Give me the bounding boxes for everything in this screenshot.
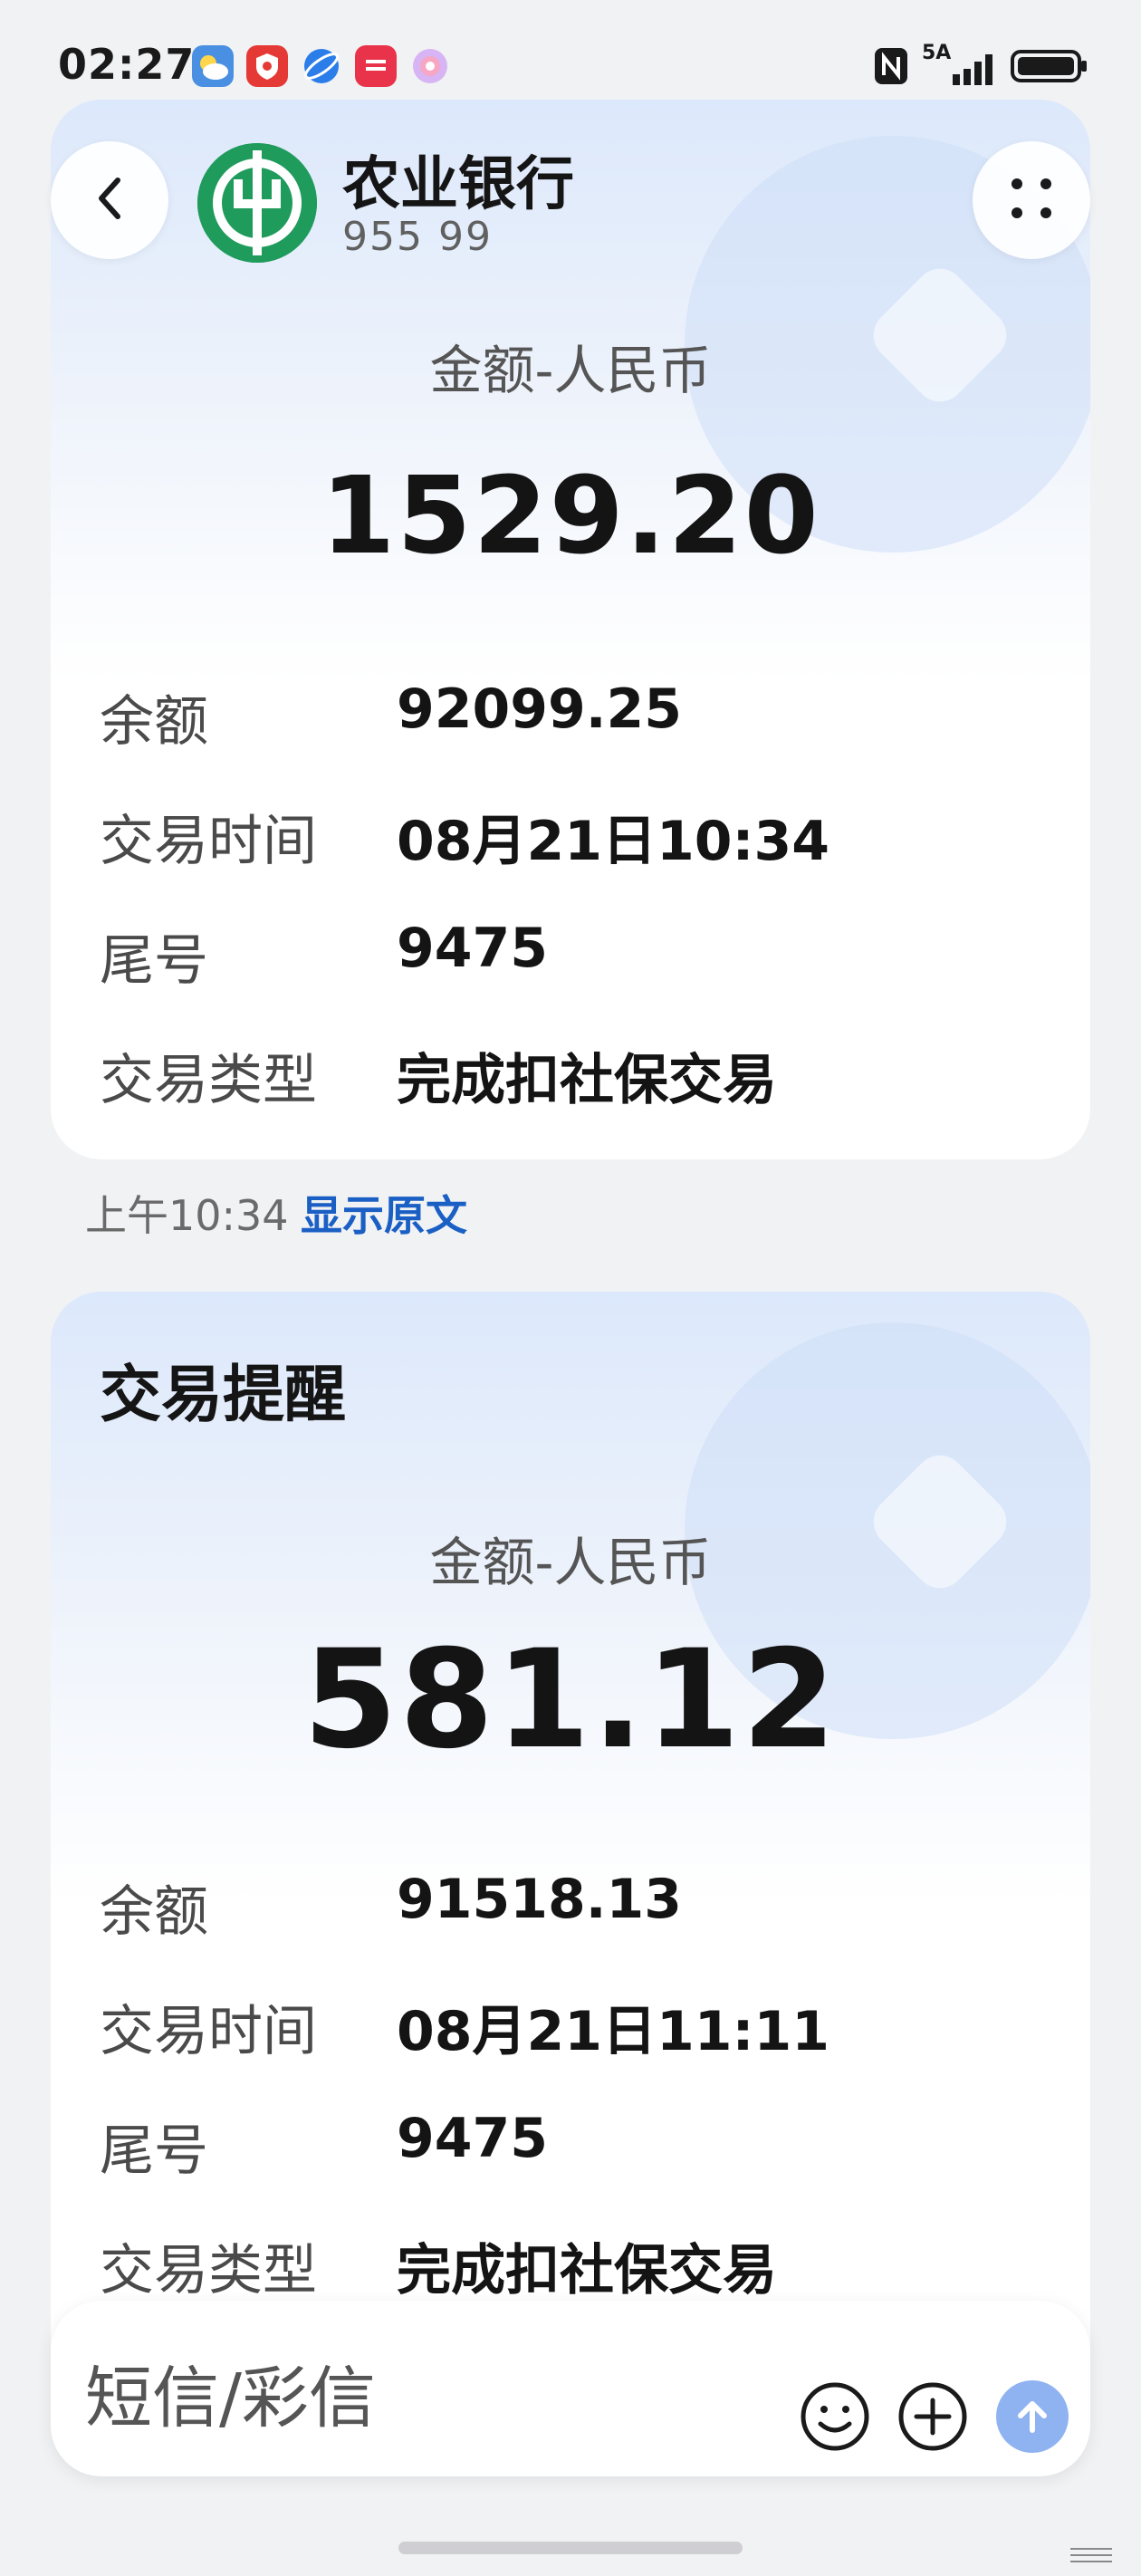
show-original-link[interactable]: 显示原文: [301, 1183, 467, 1243]
balance-label: 余额: [100, 1880, 208, 1944]
card-tail-label: 尾号: [100, 2119, 208, 2183]
send-button[interactable]: [996, 2380, 1069, 2453]
transaction-time-value: 08月21日10:34: [397, 810, 829, 873]
transaction-type-label: 交易类型: [100, 2239, 317, 2302]
transaction-type-value: 完成扣社保交易: [397, 2239, 777, 2302]
home-indicator[interactable]: [398, 2542, 743, 2554]
emoji-icon: [801, 2382, 869, 2451]
transaction-time-label: 交易时间: [100, 2000, 317, 2063]
transaction-time-label: 交易时间: [100, 810, 317, 873]
card-tail-value: 9475: [397, 917, 548, 980]
amount-label: 金额-人民币: [429, 340, 712, 401]
arrow-up-icon: [1018, 2401, 1047, 2433]
emoji-button[interactable]: [799, 2380, 871, 2453]
balance-value: 91518.13: [397, 1868, 683, 1931]
nfc-icon: [873, 46, 909, 90]
assistant-icon: [409, 45, 451, 87]
transaction-time-value: 08月21日11:11: [397, 2000, 829, 2063]
more-dots-icon: [1004, 171, 1059, 229]
signal-icon: 5A: [922, 42, 998, 89]
transaction-type-value: 完成扣社保交易: [397, 1049, 777, 1112]
transaction-type-label: 交易类型: [100, 1049, 317, 1112]
browser-icon: [301, 45, 342, 87]
app-gallery-icon: [355, 45, 397, 87]
amount-value: 581.12: [302, 1621, 839, 1779]
chevron-left-icon: [87, 171, 132, 229]
bank-logo: [197, 143, 317, 263]
card-tail-value: 9475: [397, 2107, 548, 2170]
message-timestamp: 上午10:34: [85, 1191, 289, 1240]
card-tail-label: 尾号: [100, 929, 208, 993]
more-options-button[interactable]: [973, 141, 1090, 259]
bank-name: 农业银行: [342, 151, 574, 218]
balance-label: 余额: [100, 690, 208, 754]
amount-label: 金额-人民币: [429, 1532, 712, 1593]
weather-icon: [192, 45, 234, 87]
status-time: 02:27: [58, 40, 196, 89]
add-attachment-button[interactable]: [896, 2380, 969, 2453]
battery-icon: [1011, 46, 1088, 90]
balance-value: 92099.25: [397, 678, 683, 741]
sender-number: 955 99: [342, 214, 493, 260]
amount-value: 1529.20: [321, 453, 820, 578]
plus-circle-icon: [898, 2382, 967, 2451]
security-app-icon: [246, 45, 288, 87]
system-icons: 5A: [873, 42, 1088, 91]
watermark-lines-icon: [1069, 2545, 1114, 2569]
card-title: 交易提醒: [100, 1360, 347, 1431]
message-input-placeholder[interactable]: 短信/彩信: [85, 2344, 376, 2441]
back-button[interactable]: [51, 141, 168, 259]
